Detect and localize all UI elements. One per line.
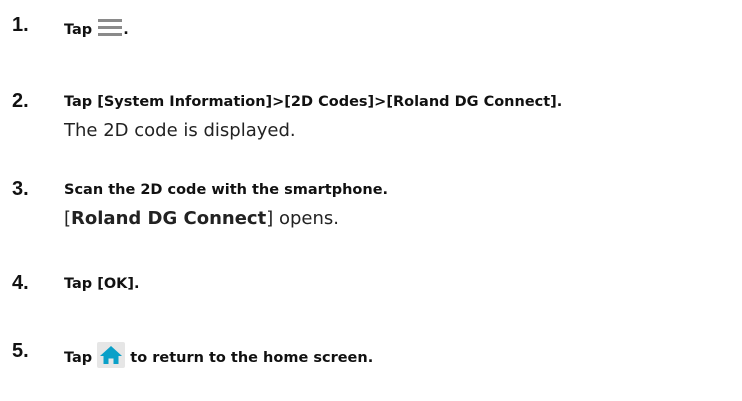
step-instruction: Tap [System Information]>[2D Codes]>[Rol… [64,94,563,110]
step-instruction: Tap to return to the home screen. [64,342,373,374]
step-instruction: Tap [OK]. [64,276,140,292]
step-number: 5. [12,340,29,362]
step-number: 4. [12,272,29,294]
hamburger-menu-icon [97,16,123,44]
step-result: The 2D code is displayed. [64,120,296,141]
step-number: 2. [12,90,29,112]
step-instruction: Scan the 2D code with the smartphone. [64,182,389,198]
step-result: [Roland DG Connect] opens. [64,208,339,229]
step-number: 1. [12,14,29,36]
step-instruction: Tap . [64,16,129,44]
home-icon [97,342,126,374]
step-number: 3. [12,178,29,200]
